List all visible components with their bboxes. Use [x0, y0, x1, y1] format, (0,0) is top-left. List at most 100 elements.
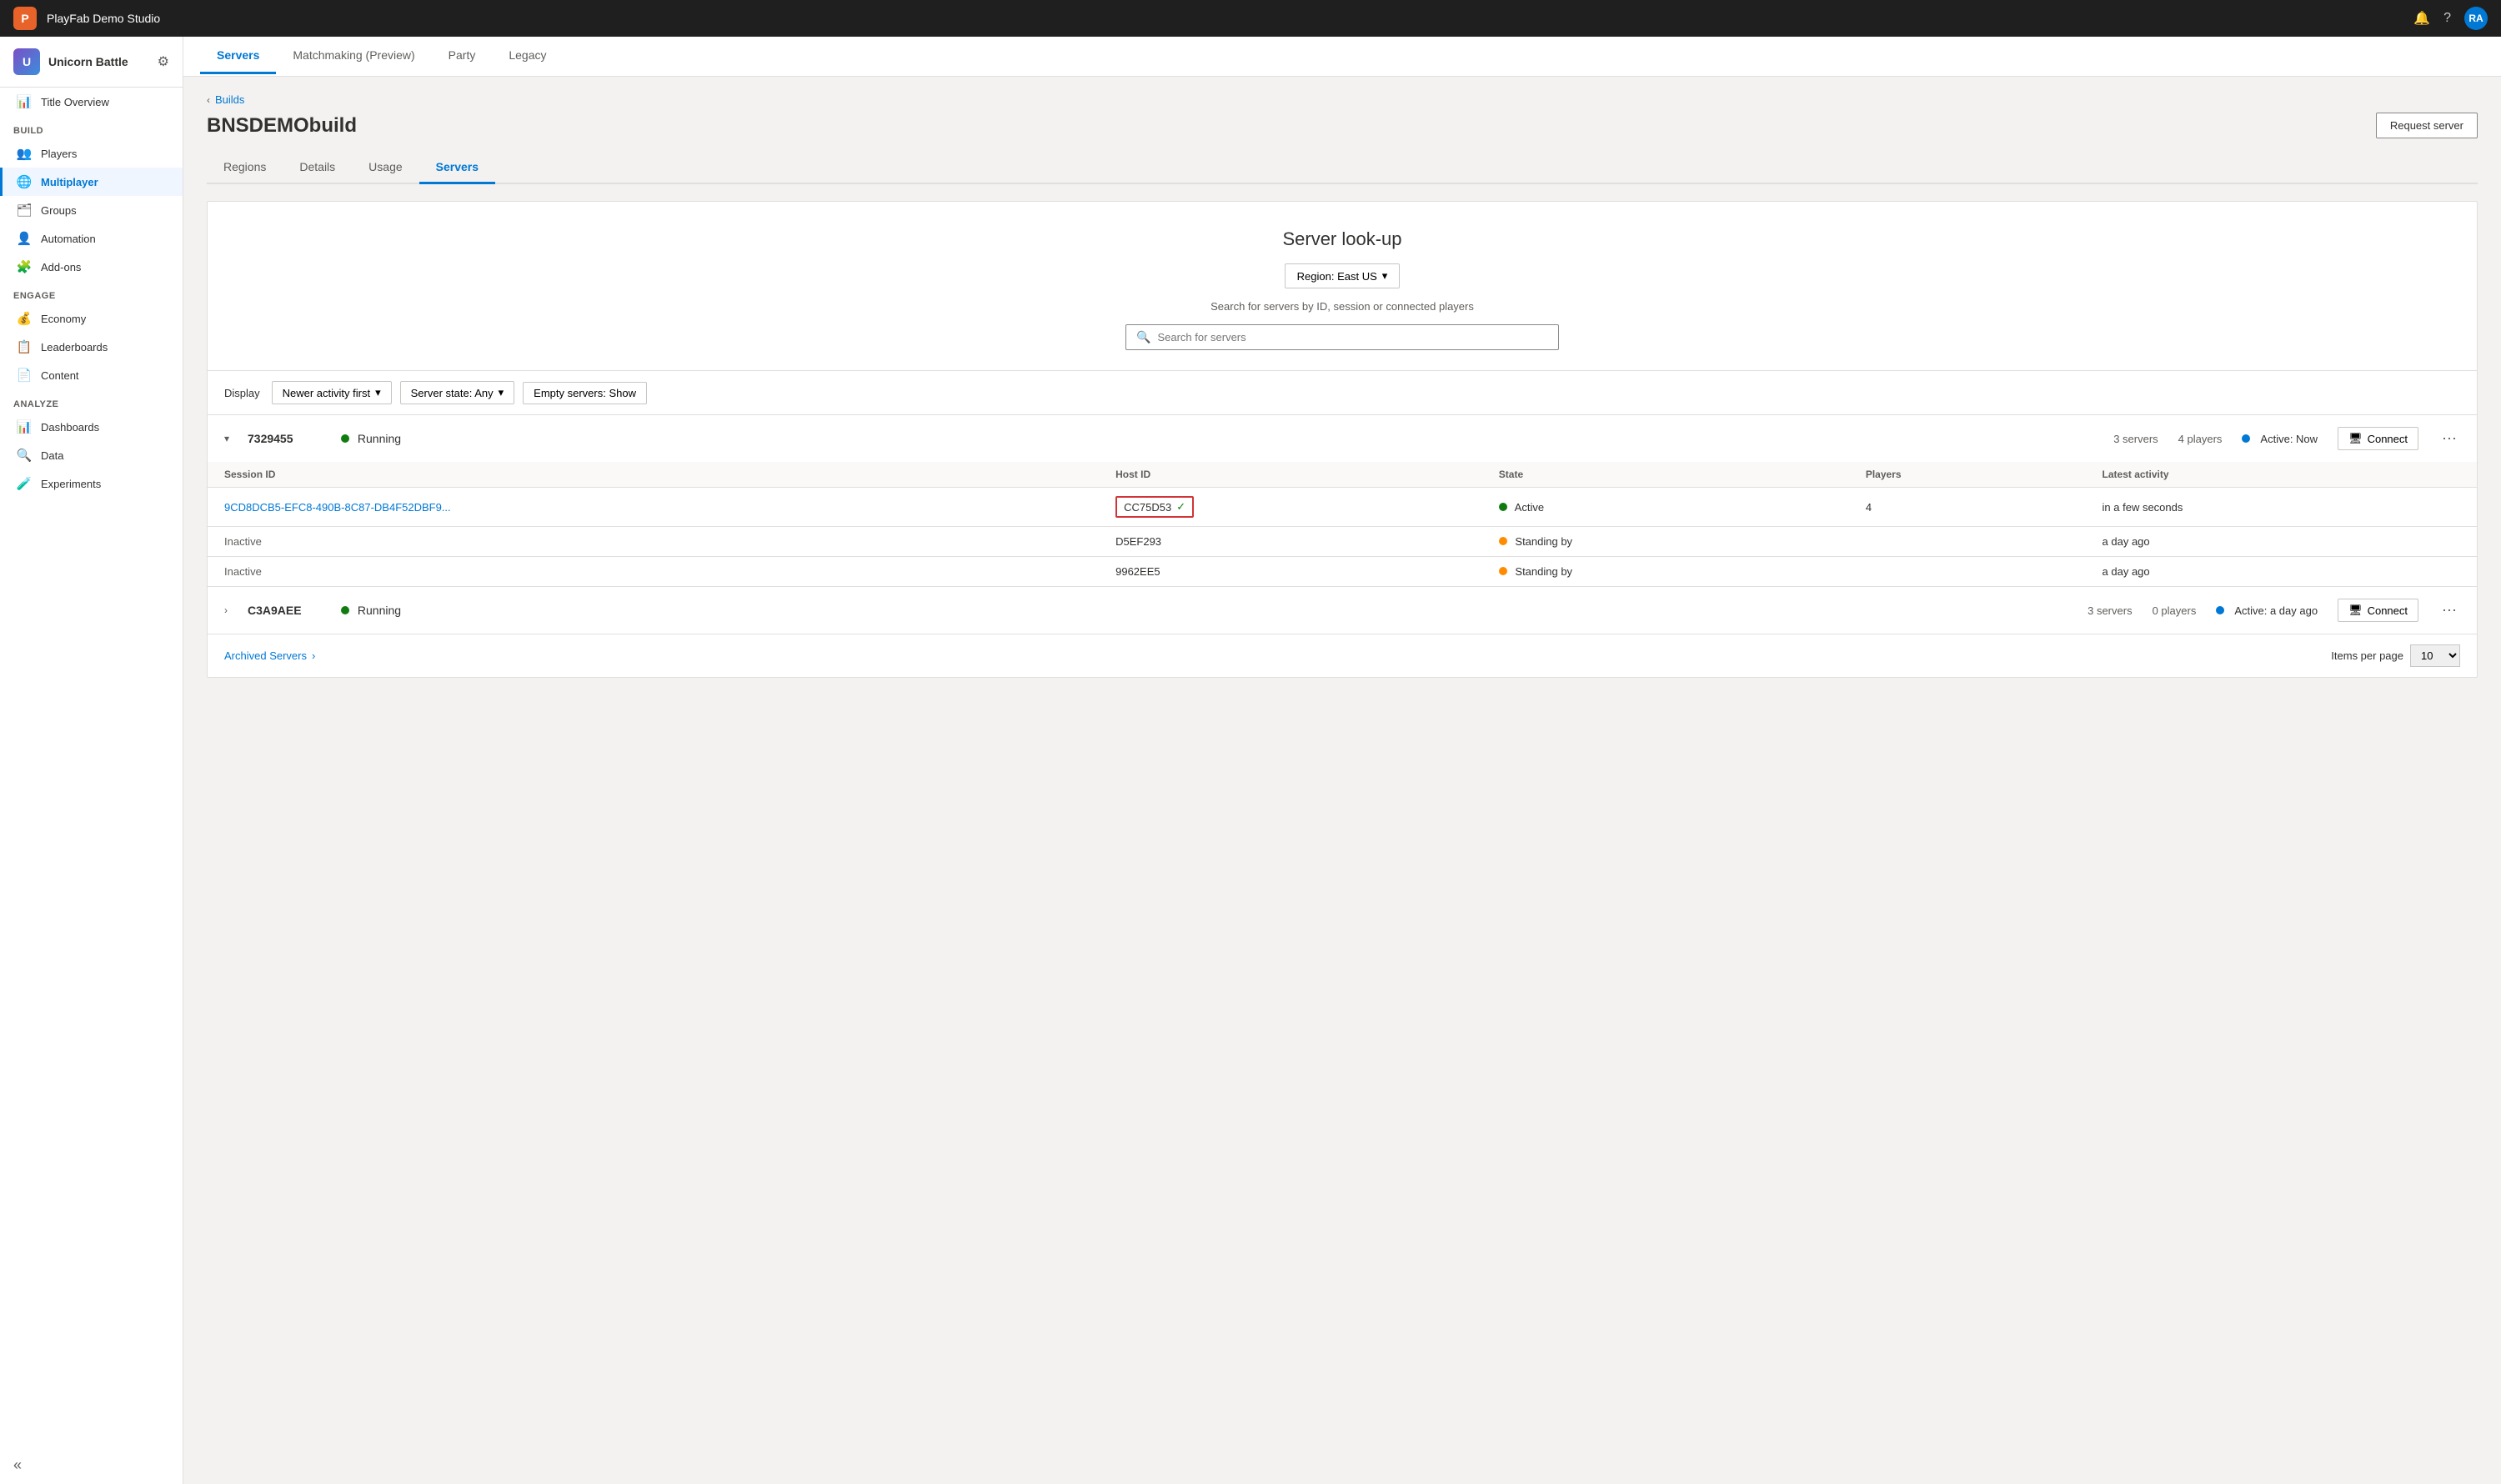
bell-icon[interactable]: 🔔: [2413, 10, 2430, 27]
sidebar-item-dashboards[interactable]: 📊 Dashboards: [0, 413, 183, 441]
empty-filter-button[interactable]: Empty servers: Show: [523, 382, 647, 404]
sidebar-label-multiplayer: Multiplayer: [41, 176, 98, 188]
pagination: Items per page 102550100: [2331, 644, 2460, 667]
main-content: ServersMatchmaking (Preview)PartyLegacy …: [183, 37, 2501, 1484]
status-dot-1: [341, 606, 349, 614]
more-options-button-0[interactable]: ⋯: [2438, 430, 2460, 448]
sidebar-item-addons[interactable]: 🧩 Add-ons: [0, 253, 183, 281]
group-servers-count-1: 3 servers: [2088, 604, 2132, 617]
bar-chart-icon: 📊: [16, 94, 33, 109]
state-dot-0: [1499, 503, 1507, 511]
latest-activity-1: a day ago: [2086, 527, 2477, 557]
search-input[interactable]: [1157, 331, 1548, 343]
sidebar-item-multiplayer[interactable]: 🌐 Multiplayer: [0, 168, 183, 196]
multiplayer-icon: 🌐: [16, 174, 33, 189]
items-per-page-select[interactable]: 102550100: [2410, 644, 2460, 667]
automation-icon: 👤: [16, 231, 33, 246]
state-chevron-icon: ▾: [499, 386, 504, 399]
app-icon: U: [13, 48, 40, 75]
subtab-servers[interactable]: Servers: [419, 152, 495, 184]
group-players-count-0: 4 players: [2178, 433, 2223, 445]
sidebar-label-economy: Economy: [41, 313, 86, 325]
request-server-button[interactable]: Request server: [2376, 113, 2478, 138]
sidebar-section-analyze: ANALYZE: [0, 389, 183, 413]
group-active-0: Active: Now: [2242, 433, 2318, 445]
app-info: U Unicorn Battle: [13, 48, 128, 75]
server-groups: ▾ 7329455 Running 3 servers 4 players Ac…: [208, 415, 2477, 634]
subtab-details[interactable]: Details: [283, 152, 352, 184]
settings-gear-icon[interactable]: ⚙: [158, 53, 169, 70]
state-dot-2: [1499, 567, 1507, 575]
items-per-page-label: Items per page: [2331, 649, 2403, 662]
server-group-header-1[interactable]: › C3A9AEE Running 3 servers 0 players Ac…: [208, 587, 2477, 634]
status-dot-0: [341, 434, 349, 443]
tab-party[interactable]: Party: [432, 38, 493, 74]
lookup-title: Server look-up: [224, 228, 2460, 250]
session-link-0[interactable]: 9CD8DCB5-EFC8-490B-8C87-DB4F52DBF9...: [224, 501, 451, 514]
session-id-2: Inactive: [208, 557, 1099, 587]
sidebar-label-leaderboards: Leaderboards: [41, 341, 108, 353]
archived-servers-link[interactable]: Archived Servers ›: [224, 649, 315, 662]
server-table-0: Session IDHost IDStatePlayersLatest acti…: [208, 462, 2477, 586]
sidebar-item-experiments[interactable]: 🧪 Experiments: [0, 469, 183, 498]
region-chevron-icon: ▾: [1382, 269, 1388, 283]
state-filter-button[interactable]: Server state: Any ▾: [400, 381, 515, 404]
sidebar-item-content[interactable]: 📄 Content: [0, 361, 183, 389]
region-button[interactable]: Region: East US ▾: [1285, 263, 1401, 288]
active-dot-0: [2242, 434, 2250, 443]
connect-button-1[interactable]: 🖥 Connect: [2338, 599, 2418, 622]
sidebar-item-title-overview[interactable]: 📊 Title Overview: [0, 88, 183, 116]
tab-legacy[interactable]: Legacy: [492, 38, 563, 74]
server-group-0: ▾ 7329455 Running 3 servers 4 players Ac…: [208, 415, 2477, 587]
group-meta-1: 3 servers 0 players Active: a day ago 🖥 …: [2088, 599, 2460, 622]
avatar[interactable]: RA: [2464, 7, 2488, 30]
state-dot-1: [1499, 537, 1507, 545]
breadcrumb-link[interactable]: Builds: [215, 93, 244, 106]
sidebar-section-engage: ENGAGE: [0, 281, 183, 304]
server-group-header-0[interactable]: ▾ 7329455 Running 3 servers 4 players Ac…: [208, 415, 2477, 462]
display-filter-button[interactable]: Newer activity first ▾: [272, 381, 392, 404]
addons-icon: 🧩: [16, 259, 33, 274]
sidebar-item-data[interactable]: 🔍 Data: [0, 441, 183, 469]
leaderboards-icon: 📋: [16, 339, 33, 354]
page-title-row: BNSDEMObuild Request server: [207, 113, 2478, 138]
sidebar-item-players[interactable]: 👥 Players: [0, 139, 183, 168]
region-label: Region: East US: [1297, 270, 1377, 283]
sidebar-label-content: Content: [41, 369, 79, 382]
connect-button-0[interactable]: 🖥 Connect: [2338, 427, 2418, 450]
players-0: 4: [1849, 488, 2086, 527]
archived-chevron-icon: ›: [312, 649, 315, 662]
sidebar-label-automation: Automation: [41, 233, 96, 245]
studio-name: PlayFab Demo Studio: [47, 12, 160, 25]
more-options-button-1[interactable]: ⋯: [2438, 602, 2460, 619]
sidebar-item-leaderboards[interactable]: 📋 Leaderboards: [0, 333, 183, 361]
sidebar-label-dashboards: Dashboards: [41, 421, 99, 434]
content-area: ‹ Builds BNSDEMObuild Request server Reg…: [183, 77, 2501, 1484]
tab-bar: ServersMatchmaking (Preview)PartyLegacy: [183, 37, 2501, 77]
display-chevron-icon: ▾: [375, 386, 381, 399]
subtab-regions[interactable]: Regions: [207, 152, 283, 184]
host-id-0: CC75D53 ✓: [1099, 488, 1482, 527]
sidebar-item-groups[interactable]: 🗂 Groups: [0, 196, 183, 224]
archived-servers-label: Archived Servers: [224, 649, 307, 662]
tab-servers[interactable]: Servers: [200, 38, 276, 74]
sidebar-item-economy[interactable]: 💰 Economy: [0, 304, 183, 333]
sidebar-label-addons: Add-ons: [41, 261, 81, 273]
sidebar-item-automation[interactable]: 👤 Automation: [0, 224, 183, 253]
host-id-badge-0: CC75D53 ✓: [1115, 496, 1194, 518]
playfab-logo: P: [13, 7, 37, 30]
sidebar-label-groups: Groups: [41, 204, 77, 217]
monitor-icon-0: 🖥: [2348, 432, 2363, 445]
group-id-1: C3A9AEE: [248, 604, 331, 617]
state-filter-value: Server state: Any: [411, 387, 494, 399]
sidebar-collapse-btn[interactable]: «: [0, 1446, 183, 1484]
subtab-usage[interactable]: Usage: [352, 152, 419, 184]
help-icon[interactable]: ?: [2443, 11, 2451, 26]
app-name: Unicorn Battle: [48, 55, 128, 68]
groups-icon: 🗂: [16, 203, 33, 218]
table-header-row: Session IDHost IDStatePlayersLatest acti…: [208, 462, 2477, 488]
group-meta-0: 3 servers 4 players Active: Now 🖥 Connec…: [2113, 427, 2460, 450]
empty-filter-value: Empty servers: Show: [534, 387, 636, 399]
tab-matchmaking[interactable]: Matchmaking (Preview): [276, 38, 431, 74]
active-dot-1: [2216, 606, 2224, 614]
